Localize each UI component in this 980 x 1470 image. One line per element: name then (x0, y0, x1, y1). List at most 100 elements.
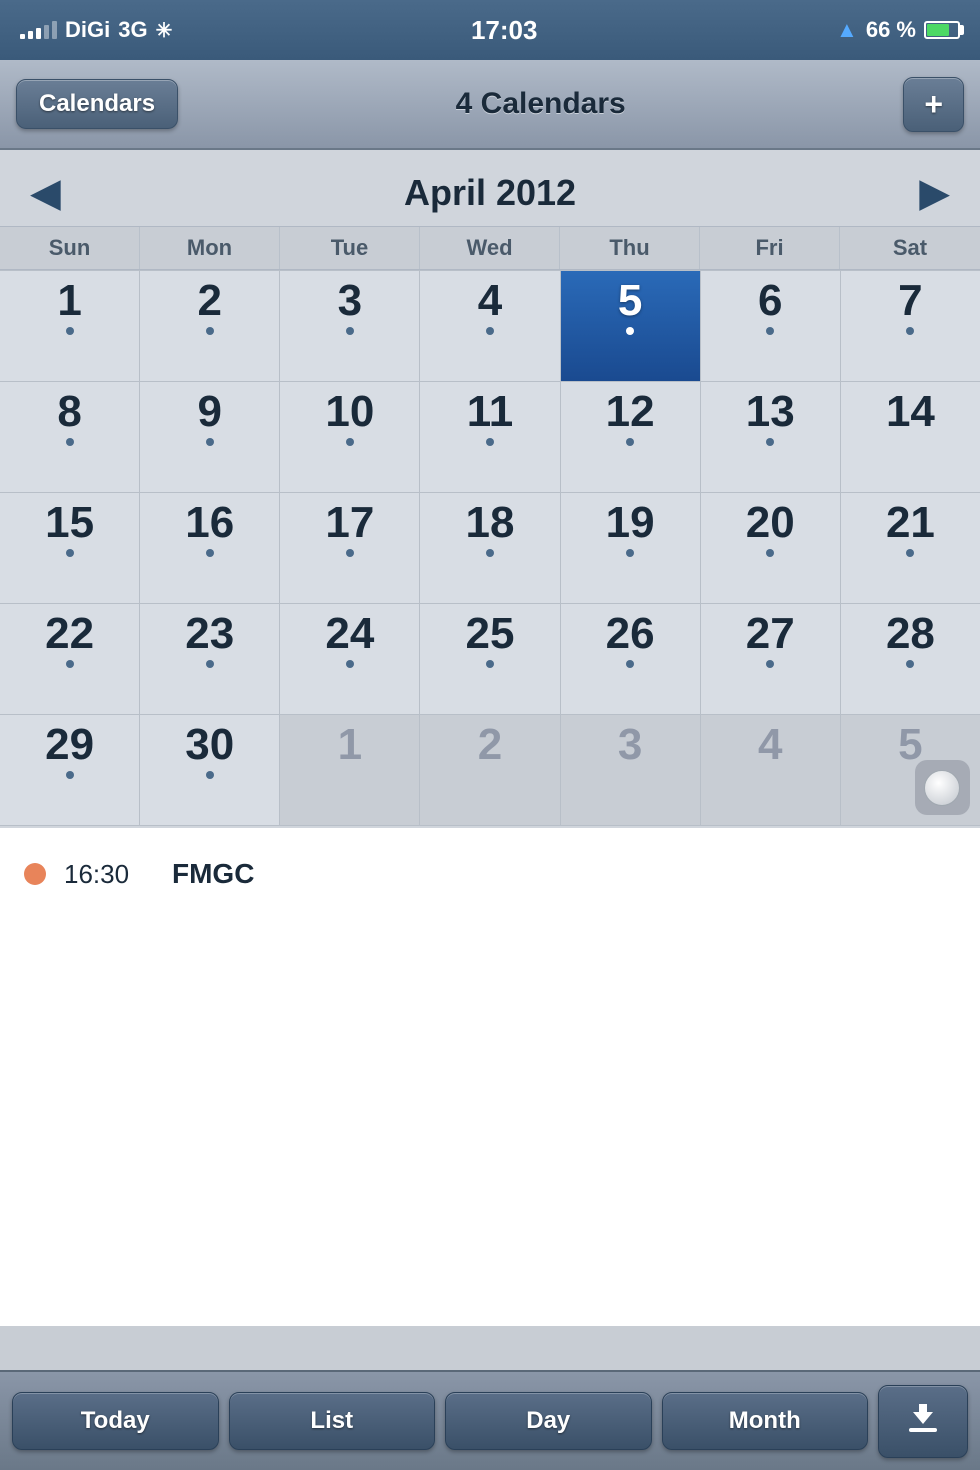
day-header-wed: Wed (420, 227, 560, 269)
day-button[interactable]: Day (445, 1392, 652, 1450)
cal-dot (766, 327, 774, 335)
cal-date: 4 (478, 279, 502, 323)
cal-cell[interactable]: 30 (140, 715, 279, 825)
cal-dot (486, 438, 494, 446)
month-button[interactable]: Month (662, 1392, 869, 1450)
cal-cell[interactable]: 28 (841, 604, 980, 714)
loading-icon: ✳ (156, 18, 173, 43)
cal-cell[interactable]: 4 (701, 715, 840, 825)
cal-dot (66, 327, 74, 335)
cal-date: 9 (197, 390, 221, 434)
today-button[interactable]: Today (12, 1392, 219, 1450)
cal-cell[interactable]: 22 (0, 604, 139, 714)
cal-cell[interactable]: 1 (280, 715, 419, 825)
cal-cell[interactable]: 1 (0, 271, 139, 381)
cal-cell[interactable]: 13 (701, 382, 840, 492)
cal-date: 1 (57, 279, 81, 323)
cal-cell[interactable]: 3 (561, 715, 700, 825)
cal-cell[interactable]: 15 (0, 493, 139, 603)
cal-cell[interactable]: 17 (280, 493, 419, 603)
cal-cell[interactable]: 29 (0, 715, 139, 825)
cal-cell[interactable]: 24 (280, 604, 419, 714)
cal-cell[interactable]: 25 (420, 604, 559, 714)
cal-dot (766, 549, 774, 557)
cal-date: 3 (338, 279, 362, 323)
cal-cell[interactable]: 23 (140, 604, 279, 714)
day-headers: SunMonTueWedThuFriSat (0, 226, 980, 270)
event-name: FMGC (172, 858, 254, 890)
cal-dot (66, 660, 74, 668)
event-color-dot (24, 863, 46, 885)
cal-date: 13 (746, 390, 795, 434)
prev-month-button[interactable]: ◀ (30, 170, 61, 216)
cal-cell[interactable]: 3 (280, 271, 419, 381)
cal-date: 21 (886, 501, 935, 545)
day-header-sun: Sun (0, 227, 140, 269)
cal-cell[interactable]: 27 (701, 604, 840, 714)
add-calendar-button[interactable]: + (903, 77, 964, 132)
cal-cell[interactable]: 4 (420, 271, 559, 381)
cal-dot (346, 438, 354, 446)
scroll-circle (924, 770, 960, 806)
cal-date: 6 (758, 279, 782, 323)
cal-date: 30 (185, 723, 234, 767)
next-month-button[interactable]: ▶ (919, 170, 950, 216)
cal-cell[interactable]: 14 (841, 382, 980, 492)
cal-date: 24 (325, 612, 374, 656)
cal-cell[interactable]: 20 (701, 493, 840, 603)
cal-dot (206, 438, 214, 446)
download-button[interactable] (878, 1385, 968, 1458)
cal-date: 22 (45, 612, 94, 656)
cal-dot (486, 327, 494, 335)
cal-cell[interactable]: 5 (841, 715, 980, 825)
cal-dot (346, 660, 354, 668)
time-label: 17:03 (471, 15, 538, 46)
cal-cell[interactable]: 18 (420, 493, 559, 603)
month-header: ◀ April 2012 ▶ (0, 150, 980, 226)
cal-cell[interactable]: 11 (420, 382, 559, 492)
cal-cell[interactable]: 5 (561, 271, 700, 381)
cal-date: 20 (746, 501, 795, 545)
calendars-button[interactable]: Calendars (16, 79, 178, 129)
cal-dot (766, 660, 774, 668)
cal-dot (906, 549, 914, 557)
cal-cell[interactable]: 12 (561, 382, 700, 492)
cal-dot (346, 327, 354, 335)
day-header-tue: Tue (280, 227, 420, 269)
cal-cell[interactable]: 2 (140, 271, 279, 381)
cal-date: 19 (606, 501, 655, 545)
cal-cell[interactable]: 26 (561, 604, 700, 714)
location-icon: ▲ (836, 17, 858, 43)
cal-cell[interactable]: 7 (841, 271, 980, 381)
cal-cell[interactable]: 9 (140, 382, 279, 492)
cal-dot (486, 660, 494, 668)
cal-date: 28 (886, 612, 935, 656)
cal-date: 5 (898, 723, 922, 767)
cal-dot (906, 327, 914, 335)
cal-date: 8 (57, 390, 81, 434)
cal-cell[interactable]: 2 (420, 715, 559, 825)
battery-icon (924, 21, 960, 39)
day-header-fri: Fri (700, 227, 840, 269)
cal-date: 17 (325, 501, 374, 545)
cal-dot (766, 438, 774, 446)
cal-cell[interactable]: 16 (140, 493, 279, 603)
cal-cell[interactable]: 21 (841, 493, 980, 603)
month-title: April 2012 (404, 172, 576, 214)
cal-date: 15 (45, 501, 94, 545)
cal-cell[interactable]: 10 (280, 382, 419, 492)
cal-dot (626, 549, 634, 557)
status-bar: DiGi 3G ✳ 17:03 ▲ 66 % (0, 0, 980, 60)
cal-cell[interactable]: 19 (561, 493, 700, 603)
list-button[interactable]: List (229, 1392, 436, 1450)
scroll-handle[interactable] (915, 760, 970, 815)
cal-date: 18 (466, 501, 515, 545)
cal-dot (206, 549, 214, 557)
status-right: ▲ 66 % (836, 17, 960, 43)
cal-cell[interactable]: 8 (0, 382, 139, 492)
cal-date: 27 (746, 612, 795, 656)
battery-label: 66 % (866, 17, 916, 43)
cal-cell[interactable]: 6 (701, 271, 840, 381)
empty-space (0, 1026, 980, 1326)
event-item[interactable]: 16:30FMGC (24, 848, 956, 900)
